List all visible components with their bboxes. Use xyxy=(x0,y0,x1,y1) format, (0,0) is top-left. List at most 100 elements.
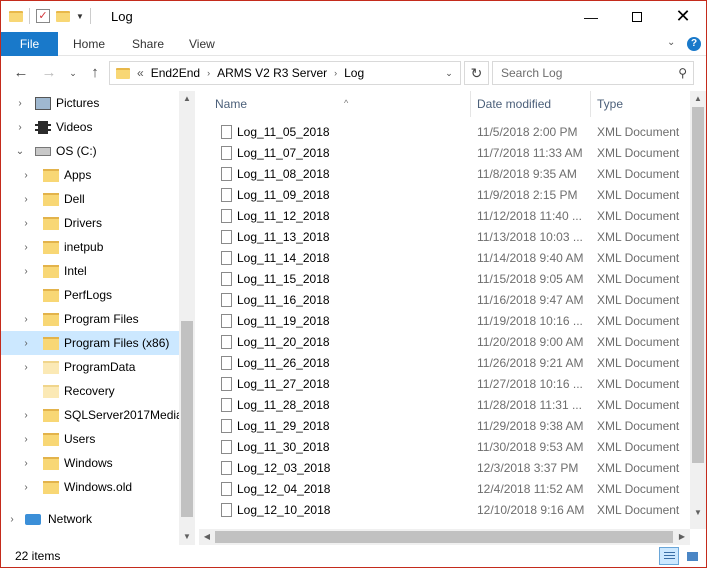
chevron-right-icon[interactable]: › xyxy=(21,218,31,229)
scrollbar-thumb[interactable] xyxy=(215,531,673,543)
minimize-button[interactable]: — xyxy=(568,1,614,32)
nav-item[interactable]: › ProgramData xyxy=(1,355,179,379)
nav-item[interactable]: › SQLServer2017Media xyxy=(1,403,183,427)
chevron-right-icon[interactable]: › xyxy=(21,458,31,469)
file-tab[interactable]: File xyxy=(1,32,58,56)
file-row[interactable]: Log_11_26_2018 11/26/2018 9:21 AM XML Docu… xyxy=(199,353,689,374)
nav-item[interactable]: › Drivers xyxy=(1,211,179,235)
chevron-right-icon[interactable]: › xyxy=(15,122,25,133)
file-row[interactable]: Log_11_19_2018 11/19/2018 10:16 ... XML Do… xyxy=(199,311,689,332)
scroll-left-icon[interactable]: ◀ xyxy=(199,529,215,545)
new-folder-icon[interactable] xyxy=(56,10,70,22)
file-row[interactable]: Log_11_20_2018 11/20/2018 9:00 AM XML Docu… xyxy=(199,332,689,353)
file-row[interactable]: Log_11_07_2018 11/7/2018 11:33 AM XML Docu… xyxy=(199,143,689,164)
nav-item[interactable]: › Windows xyxy=(1,451,179,475)
breadcrumb-end2end[interactable]: End2End xyxy=(151,66,200,80)
scroll-up-icon[interactable]: ▲ xyxy=(179,91,195,107)
tab-home[interactable]: Home xyxy=(73,32,105,56)
address-dropdown-icon[interactable]: ⌄ xyxy=(438,62,460,84)
file-date-modified: 11/30/2018 9:53 AM xyxy=(477,440,584,454)
tab-view[interactable]: View xyxy=(189,32,215,56)
file-row[interactable]: Log_11_13_2018 11/13/2018 10:03 ... XML Do… xyxy=(199,227,689,248)
column-header-name[interactable]: Name ^ xyxy=(209,91,469,117)
properties-icon[interactable]: ✓ xyxy=(36,9,50,23)
nav-pane-scrollbar[interactable]: ▲ ▼ xyxy=(179,91,195,545)
nav-item[interactable]: › Network xyxy=(1,507,179,531)
xml-file-icon xyxy=(221,440,232,454)
column-header-type[interactable]: Type xyxy=(591,91,691,117)
tab-share[interactable]: Share xyxy=(132,32,164,56)
file-row[interactable]: Log_12_10_2018 12/10/2018 9:16 AM XML Docu… xyxy=(199,500,689,521)
back-button[interactable]: ← xyxy=(11,64,31,82)
nav-item[interactable]: PerfLogs xyxy=(1,283,179,307)
file-row[interactable]: Log_11_15_2018 11/15/2018 9:05 AM XML Docu… xyxy=(199,269,689,290)
nav-item[interactable]: › Program Files xyxy=(1,307,179,331)
file-row[interactable]: Log_11_29_2018 11/29/2018 9:38 AM XML Docu… xyxy=(199,416,689,437)
file-row[interactable]: Log_11_27_2018 11/27/2018 10:16 ... XML Do… xyxy=(199,374,689,395)
scroll-right-icon[interactable]: ▶ xyxy=(674,529,690,545)
file-row[interactable]: Log_12_03_2018 12/3/2018 3:37 PM XML Docum… xyxy=(199,458,689,479)
chevron-right-icon[interactable]: › xyxy=(21,362,31,373)
forward-button[interactable]: → xyxy=(39,64,59,82)
breadcrumb-log[interactable]: Log xyxy=(344,66,364,80)
nav-item[interactable]: › Dell xyxy=(1,187,179,211)
nav-item[interactable]: › Apps xyxy=(1,163,179,187)
chevron-right-icon[interactable]: › xyxy=(21,314,31,325)
chevron-right-icon[interactable]: › xyxy=(21,434,31,445)
up-button[interactable]: ↑ xyxy=(85,64,105,82)
scroll-down-icon[interactable]: ▼ xyxy=(179,529,195,545)
chevron-right-icon[interactable]: › xyxy=(15,98,25,109)
nav-item[interactable]: › Program Files (x86) xyxy=(1,331,179,355)
chevron-right-icon[interactable]: › xyxy=(21,410,31,421)
file-row[interactable]: Log_11_28_2018 11/28/2018 11:31 ... XML Do… xyxy=(199,395,689,416)
file-row[interactable]: Log_11_30_2018 11/30/2018 9:53 AM XML Docu… xyxy=(199,437,689,458)
chevron-right-icon[interactable]: › xyxy=(21,338,31,349)
file-row[interactable]: Log_11_09_2018 11/9/2018 2:15 PM XML Docum… xyxy=(199,185,689,206)
nav-item[interactable]: › Windows.old xyxy=(1,475,179,499)
close-button[interactable]: ✕ xyxy=(660,1,706,32)
expand-ribbon-icon[interactable]: ⌄ xyxy=(667,37,675,48)
file-name: Log_11_20_2018 xyxy=(237,335,330,349)
nav-item[interactable]: › Users xyxy=(1,427,179,451)
nav-item[interactable]: › Pictures xyxy=(1,91,179,115)
file-row[interactable]: Log_11_16_2018 11/16/2018 9:47 AM XML Docu… xyxy=(199,290,689,311)
horizontal-scrollbar[interactable]: ◀ ▶ xyxy=(199,529,690,545)
nav-item[interactable]: › inetpub xyxy=(1,235,179,259)
chevron-right-icon[interactable]: › xyxy=(334,68,337,78)
chevron-down-icon[interactable]: ⌄ xyxy=(15,146,25,157)
file-list-scrollbar[interactable]: ▲ ▼ xyxy=(690,91,706,529)
search-input[interactable]: Search Log ⚲ xyxy=(492,61,694,85)
nav-item[interactable]: ⌄ OS (C:) xyxy=(1,139,179,163)
chevron-right-icon[interactable]: › xyxy=(207,68,210,78)
breadcrumb-overflow[interactable]: « xyxy=(137,66,144,80)
recent-locations-icon[interactable]: ⌄ xyxy=(63,64,83,82)
details-view-button[interactable] xyxy=(659,547,679,565)
file-type: XML Document xyxy=(597,125,680,139)
chevron-right-icon[interactable]: › xyxy=(7,514,17,525)
nav-item[interactable]: › Videos xyxy=(1,115,179,139)
column-header-date[interactable]: Date modified xyxy=(471,91,589,117)
file-row[interactable]: Log_11_05_2018 11/5/2018 2:00 PM XML Docum… xyxy=(199,122,689,143)
breadcrumb-arms-server[interactable]: ARMS V2 R3 Server xyxy=(217,66,327,80)
scroll-up-icon[interactable]: ▲ xyxy=(690,91,706,107)
file-row[interactable]: Log_11_12_2018 11/12/2018 11:40 ... XML Do… xyxy=(199,206,689,227)
file-row[interactable]: Log_11_08_2018 11/8/2018 9:35 AM XML Docum… xyxy=(199,164,689,185)
scrollbar-thumb[interactable] xyxy=(692,107,704,463)
nav-item[interactable]: › Intel xyxy=(1,259,179,283)
chevron-right-icon[interactable]: › xyxy=(21,266,31,277)
help-icon[interactable]: ? xyxy=(687,37,701,51)
file-row[interactable]: Log_12_04_2018 12/4/2018 11:52 AM XML Docu… xyxy=(199,479,689,500)
chevron-right-icon[interactable]: › xyxy=(21,194,31,205)
scrollbar-thumb[interactable] xyxy=(181,321,193,517)
chevron-right-icon[interactable]: › xyxy=(21,242,31,253)
chevron-right-icon[interactable]: › xyxy=(21,482,31,493)
customize-toolbar-icon[interactable]: ▼ xyxy=(76,12,84,21)
large-icons-view-button[interactable] xyxy=(682,547,702,565)
nav-item[interactable]: Recovery xyxy=(1,379,179,403)
file-row[interactable]: Log_11_14_2018 11/14/2018 9:40 AM XML Docu… xyxy=(199,248,689,269)
maximize-button[interactable] xyxy=(614,1,660,32)
chevron-right-icon[interactable]: › xyxy=(21,170,31,181)
address-bar[interactable]: « End2End › ARMS V2 R3 Server › Log ⌄ xyxy=(109,61,461,85)
refresh-button[interactable]: ↻ xyxy=(464,61,489,85)
scroll-down-icon[interactable]: ▼ xyxy=(690,505,706,521)
